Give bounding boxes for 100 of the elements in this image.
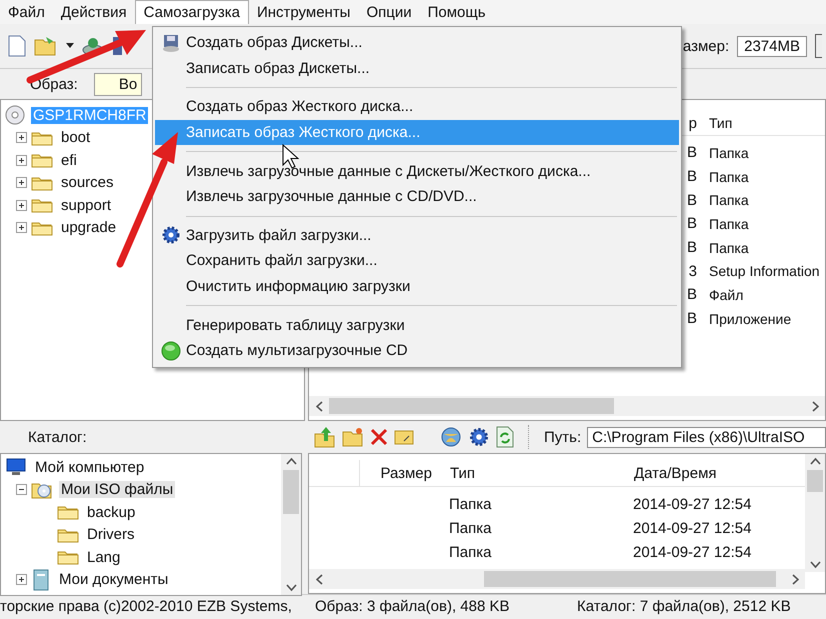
scroll-thumb[interactable] xyxy=(283,470,299,514)
catalog-label: Каталог: xyxy=(27,428,88,446)
tree-item[interactable]: Drivers xyxy=(85,526,136,544)
menu-item[interactable]: Извлечь загрузочные данные с CD/DVD... xyxy=(155,184,679,210)
menu-item[interactable]: Самозагрузка xyxy=(134,0,249,24)
vertical-scrollbar[interactable] xyxy=(281,454,301,595)
table-cell-text: Файл xyxy=(708,286,744,303)
folder-icon xyxy=(31,220,53,236)
table-cell-text: Приложение xyxy=(708,310,792,327)
gear-icon xyxy=(160,225,180,246)
column-header[interactable]: Тип xyxy=(444,464,634,482)
new-file-icon[interactable] xyxy=(8,35,26,57)
tree-item[interactable]: boot xyxy=(59,129,92,146)
tree-item[interactable]: upgrade xyxy=(59,219,118,236)
expand-icon[interactable] xyxy=(16,574,26,586)
folder-icon xyxy=(57,549,79,566)
tree-item[interactable]: support xyxy=(59,196,114,214)
tree-item[interactable]: backup xyxy=(85,504,138,521)
folder-up-icon[interactable] xyxy=(314,426,336,448)
table-cell-text: Папка xyxy=(448,520,492,536)
menu-item[interactable]: Создать мультизагрузочные CD xyxy=(155,338,679,364)
tree-item[interactable]: Мой компьютер xyxy=(33,458,146,476)
path-field[interactable]: C:\Program Files (x86)\UltraISO xyxy=(587,426,826,448)
tree-item[interactable]: Мои ISO файлы xyxy=(59,481,176,498)
table-cell: 2014-09-27 12:54 xyxy=(633,544,752,560)
scroll-left-icon[interactable] xyxy=(316,400,322,412)
menu-item[interactable]: Инструменты xyxy=(248,0,358,24)
column-header[interactable]: Дата/Время xyxy=(634,464,717,482)
table-cell: 3 xyxy=(688,262,697,280)
menu-item[interactable]: Извлечь загрузочные данные с Дискеты/Жесткого диска... xyxy=(155,158,679,184)
folder-icon xyxy=(31,174,53,191)
menu-item[interactable]: Создать образ Дискеты... xyxy=(155,30,679,56)
column-header[interactable]: р xyxy=(688,114,697,132)
new-folder-icon[interactable] xyxy=(342,427,364,447)
menu-item[interactable]: Файл xyxy=(0,0,53,24)
expand-icon[interactable] xyxy=(16,200,26,211)
table-cell-text: Папка xyxy=(708,144,749,161)
tree-item[interactable]: sources xyxy=(59,174,116,192)
table-cell: B xyxy=(686,192,697,209)
table-cell-text: Setup Information xyxy=(708,263,820,280)
menu-item[interactable]: Создать образ Жесткого диска... xyxy=(155,94,679,120)
gear-icon[interactable] xyxy=(468,426,490,448)
scroll-thumb[interactable] xyxy=(807,470,823,492)
tree-item[interactable]: Lang xyxy=(85,548,122,566)
floppy-drive-icon xyxy=(160,32,180,53)
folder-icon xyxy=(57,504,79,520)
menu-item[interactable]: Действия xyxy=(52,0,135,24)
size-field: 2374MB xyxy=(737,36,807,56)
menu-item[interactable]: Сохранить файл загрузки... xyxy=(155,248,679,274)
horizontal-scrollbar[interactable] xyxy=(309,569,805,589)
table-cell: B xyxy=(686,215,697,232)
menu-item[interactable]: Записать образ Дискеты... xyxy=(155,56,679,82)
scroll-right-icon[interactable] xyxy=(792,574,798,584)
scroll-thumb[interactable] xyxy=(484,571,776,587)
folder-icon xyxy=(31,130,53,146)
collapse-icon[interactable] xyxy=(16,484,26,496)
status-text: Каталог: 7 файла(ов), 2512 KB xyxy=(577,598,791,614)
folder-icon xyxy=(31,152,53,168)
size-button[interactable] xyxy=(815,34,822,58)
horizontal-scrollbar[interactable] xyxy=(309,396,825,416)
status-text: Образ: 3 файла(ов), 488 KB xyxy=(315,598,510,614)
orb-icon xyxy=(160,340,180,361)
refresh-icon[interactable] xyxy=(496,426,514,448)
globe-icon[interactable] xyxy=(440,426,462,448)
scroll-right-icon[interactable] xyxy=(812,400,818,412)
table-cell: 2014-09-27 12:54 xyxy=(633,496,752,512)
table-cell-text: Папка xyxy=(708,240,749,256)
table-cell: B xyxy=(686,286,697,304)
expand-icon[interactable] xyxy=(16,177,26,188)
tree-item[interactable]: efi xyxy=(59,152,79,169)
size-label: азмер: xyxy=(682,38,730,54)
folder-icon xyxy=(31,197,53,214)
caret-icon[interactable] xyxy=(66,43,74,49)
tree-item[interactable]: Мои документы xyxy=(57,571,170,588)
expand-icon[interactable] xyxy=(16,132,26,144)
image-field[interactable]: Во xyxy=(94,72,142,96)
menu-item[interactable]: Очистить информацию загрузки xyxy=(155,274,679,300)
folder-icon xyxy=(57,526,79,543)
scroll-left-icon[interactable] xyxy=(316,574,322,584)
vertical-scrollbar[interactable] xyxy=(805,454,825,572)
scroll-thumb[interactable] xyxy=(329,398,614,414)
mouse-cursor-icon xyxy=(282,144,300,169)
table-cell-text: Папка xyxy=(448,544,492,560)
menu-item[interactable]: Генерировать таблицу загрузки xyxy=(155,312,679,338)
menu-item[interactable]: Помощь xyxy=(420,0,494,24)
menu-item[interactable]: Опции xyxy=(358,0,420,24)
documents-icon xyxy=(31,568,51,591)
column-header[interactable]: Тип xyxy=(703,115,732,131)
rename-icon[interactable] xyxy=(394,428,414,446)
table-cell-text: Папка xyxy=(708,216,749,232)
disc-icon xyxy=(5,105,25,126)
delete-icon[interactable] xyxy=(370,428,388,446)
table-cell: B xyxy=(686,168,697,186)
expand-icon[interactable] xyxy=(16,222,26,234)
column-header[interactable]: Размер xyxy=(360,464,444,482)
table-cell-text: Папка xyxy=(708,168,749,185)
table-cell: B xyxy=(686,310,697,328)
status-text: торские права (c)2002-2010 EZB Systems, xyxy=(0,598,293,614)
menu-item[interactable]: Загрузить файл загрузки... xyxy=(155,222,679,248)
expand-icon[interactable] xyxy=(16,154,26,166)
